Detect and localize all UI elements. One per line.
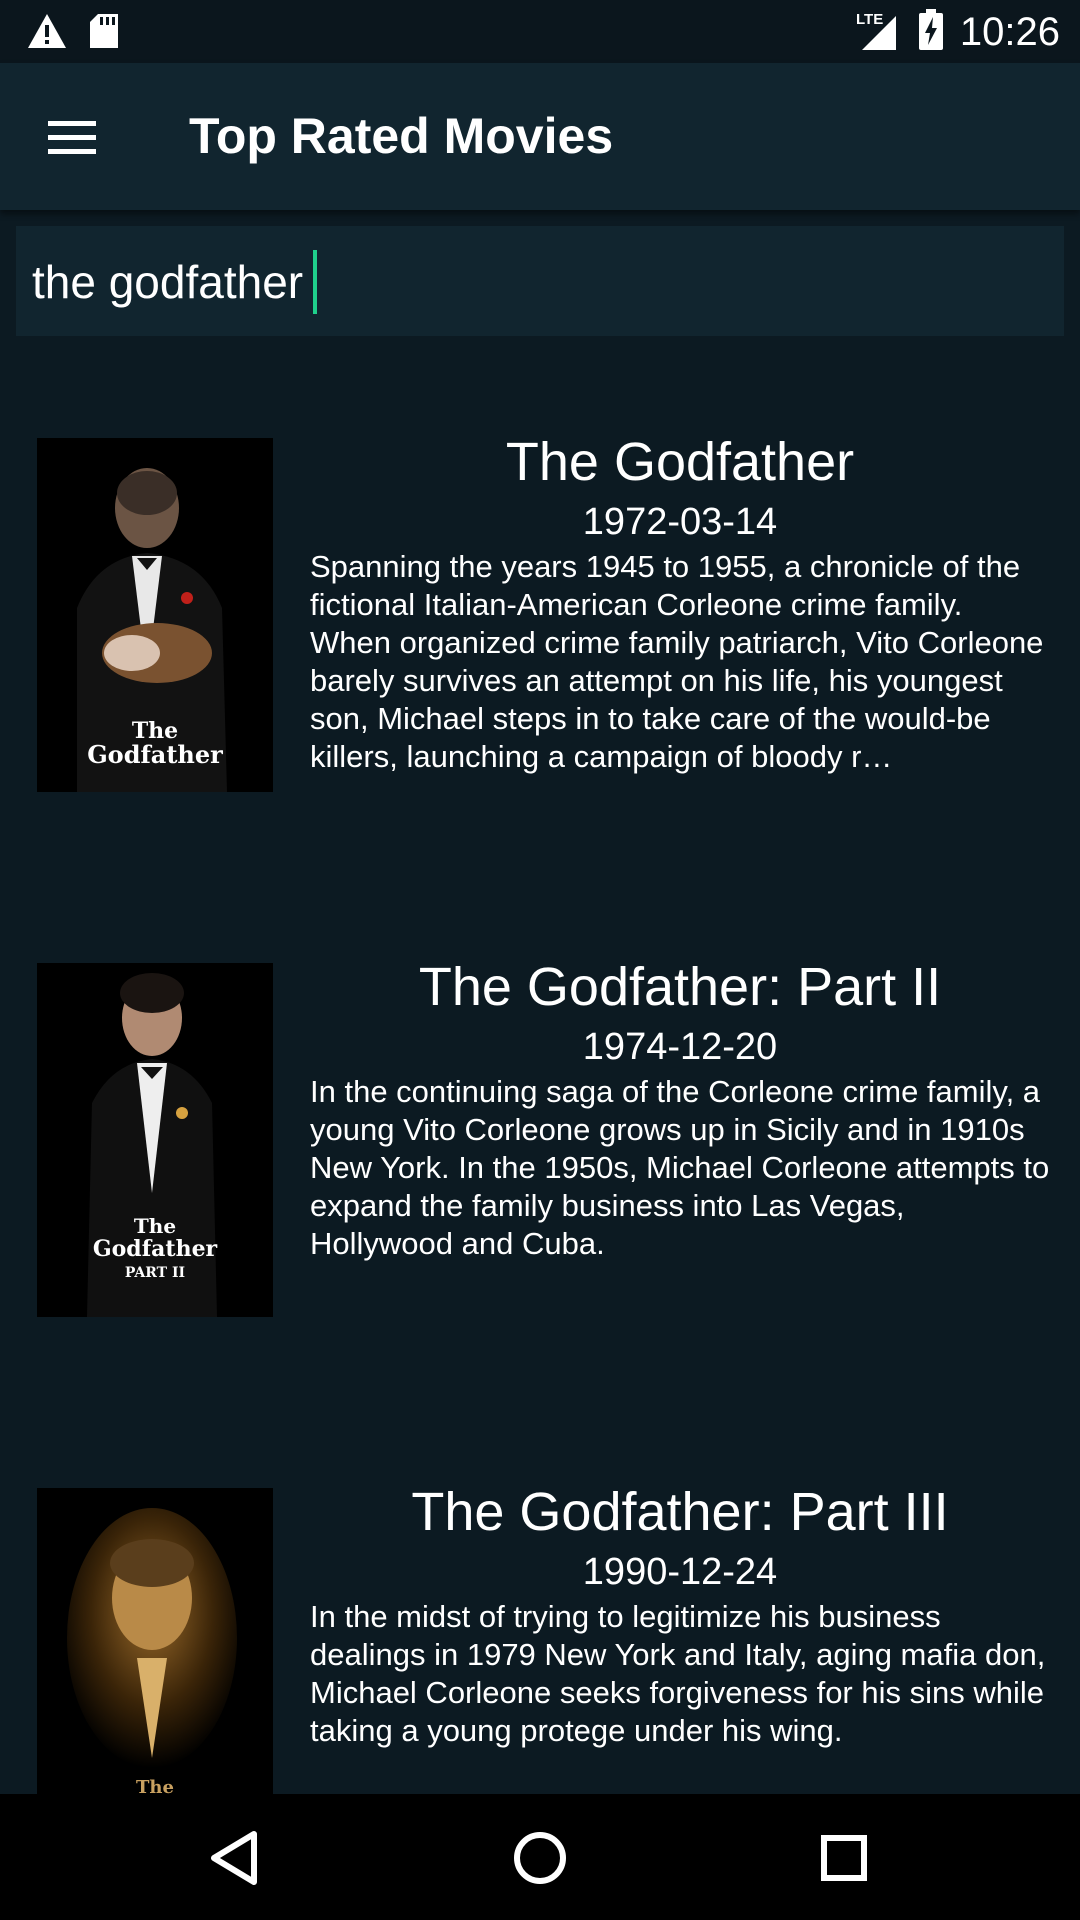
movie-info: The Godfather: Part II 1974-12-20 In the… <box>310 953 1050 1263</box>
sd-card-icon <box>88 12 120 54</box>
text-cursor <box>313 250 317 314</box>
movie-list-item[interactable]: The Godfather The Godfather 1972-03-14 S… <box>0 432 1080 858</box>
movie-overview: In the continuing saga of the Corleone c… <box>310 1074 1050 1261</box>
warning-icon <box>26 12 68 54</box>
movie-poster[interactable]: The Godfather PART II <box>37 963 273 1317</box>
svg-text:Godfather: Godfather <box>87 740 223 769</box>
home-icon[interactable] <box>508 1826 572 1890</box>
battery-charging-icon <box>918 9 944 55</box>
movie-overview: In the midst of trying to legitimize his… <box>310 1599 1046 1748</box>
navigation-bar <box>0 1794 1080 1920</box>
movie-release-date: 1990-12-24 <box>582 1551 778 1593</box>
svg-text:Godfather: Godfather <box>93 1236 218 1262</box>
svg-text:The: The <box>136 1777 174 1794</box>
search-box[interactable] <box>16 226 1064 336</box>
recents-icon[interactable] <box>812 1826 876 1890</box>
search-input[interactable] <box>32 244 1032 320</box>
movie-overview: Spanning the years 1945 to 1955, a chron… <box>310 549 1044 774</box>
movie-list-item[interactable]: The Godfather PART II The Godfather: Par… <box>0 957 1080 1383</box>
svg-text:The: The <box>134 1214 176 1238</box>
movie-release-date: 1974-12-20 <box>582 1026 778 1068</box>
movie-title: The Godfather: Part II <box>418 957 942 1017</box>
app-bar: Top Rated Movies <box>0 63 1080 210</box>
network-type-label: LTE <box>856 11 883 28</box>
status-time: 10:26 <box>959 9 1060 54</box>
status-bar: LTE 10:26 <box>0 0 1080 63</box>
movie-info: The Godfather: Part III 1990-12-24 In th… <box>310 1488 1050 1750</box>
movie-release-date: 1972-03-14 <box>582 501 778 543</box>
hamburger-menu-icon[interactable] <box>40 109 104 165</box>
movie-title: The Godfather: Part III <box>411 1488 949 1542</box>
signal-icon: LTE <box>852 8 902 56</box>
movie-poster[interactable]: The Godfather <box>37 438 273 792</box>
movie-title: The Godfather <box>505 432 855 492</box>
movie-poster[interactable]: The <box>37 1488 273 1794</box>
back-icon[interactable] <box>204 1826 268 1890</box>
page-title: Top Rated Movies <box>189 108 614 164</box>
movie-info: The Godfather 1972-03-14 Spanning the ye… <box>310 428 1050 776</box>
movie-list-item[interactable]: The The Godfather: Part III 1990-12-24 I… <box>0 1488 1080 1794</box>
svg-text:PART II: PART II <box>125 1265 185 1281</box>
